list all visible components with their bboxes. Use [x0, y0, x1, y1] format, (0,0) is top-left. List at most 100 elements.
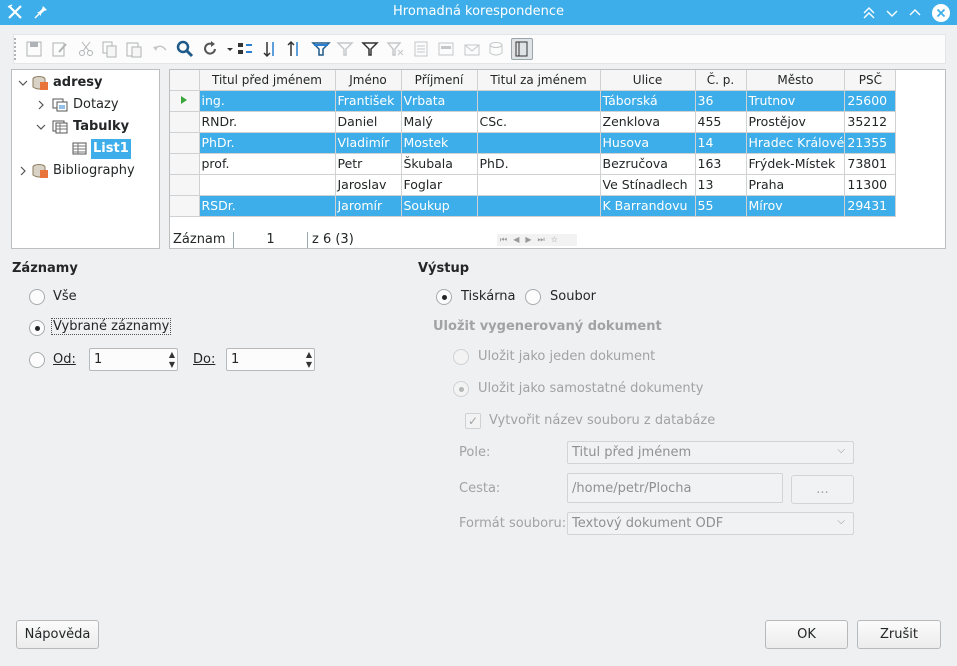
column-header[interactable]: Příjmení [401, 70, 478, 91]
sort-icon[interactable] [236, 39, 256, 59]
table-cell[interactable]: 14 [695, 132, 747, 154]
refresh-icon[interactable] [200, 39, 220, 59]
table-row[interactable]: ing. František Vrbata Táborská 36 Trutnov 2560… [170, 90, 897, 112]
table-cell[interactable]: Vladimír [335, 132, 402, 154]
table-cell[interactable]: Táborská [600, 90, 696, 112]
autofilter-icon[interactable] [311, 39, 331, 59]
cancel-button[interactable]: Zrušit [857, 620, 941, 649]
table-cell[interactable]: Soukup [401, 195, 478, 217]
table-cell[interactable]: Husova [600, 132, 696, 154]
table-cell[interactable]: František [335, 90, 402, 112]
table-cell[interactable] [199, 174, 336, 196]
table-cell[interactable]: Jaroslav [335, 174, 402, 196]
generate-name-checkbox[interactable]: ✓ [465, 413, 481, 429]
table-row[interactable]: prof. Petr Škubala PhD. Bezručova 163 Frýdek-M… [170, 153, 897, 175]
record-number-field[interactable]: 1 [233, 232, 308, 248]
close-icon[interactable] [931, 3, 951, 23]
table-cell[interactable]: Prostějov [746, 111, 846, 133]
table-cell[interactable]: Zenklova [600, 111, 696, 133]
format-select[interactable]: Textový dokument ODF ⌵ [567, 512, 854, 535]
table-cell[interactable] [477, 195, 601, 217]
row-header[interactable] [170, 111, 200, 133]
maximize-icon[interactable] [906, 4, 924, 22]
copy-icon[interactable] [100, 39, 120, 59]
table-cell[interactable]: Mostek [401, 132, 478, 154]
column-header[interactable]: Č. p. [695, 70, 747, 91]
column-header[interactable]: Město [746, 70, 846, 91]
table-cell[interactable]: K Barrandovu [600, 195, 696, 217]
help-button[interactable]: Nápověda [16, 620, 99, 649]
table-cell[interactable]: 455 [695, 111, 747, 133]
table-cell[interactable]: Jaromír [335, 195, 402, 217]
table-cell[interactable]: 25600 [844, 90, 897, 112]
data-to-text-icon[interactable] [411, 39, 431, 59]
table-row[interactable]: RSDr. Jaromír Soukup K Barrandovu 55 Mírov 294… [170, 195, 897, 217]
row-header[interactable] [170, 90, 200, 112]
row-header[interactable] [170, 195, 200, 217]
table-cell[interactable]: Petr [335, 153, 402, 175]
next-record-icon[interactable]: ▶ [525, 235, 537, 244]
table-cell[interactable]: Malý [401, 111, 478, 133]
radio-range[interactable] [29, 352, 45, 368]
chevron-down-icon[interactable] [36, 117, 46, 137]
edit-icon[interactable] [50, 39, 70, 59]
table-cell[interactable]: CSc. [477, 111, 601, 133]
table-cell[interactable]: 163 [695, 153, 747, 175]
table-cell[interactable]: 36 [695, 90, 747, 112]
first-record-icon[interactable]: ⏮ [500, 235, 513, 244]
table-cell[interactable]: 13 [695, 174, 747, 196]
prev-record-icon[interactable]: ◀ [513, 235, 525, 244]
explorer-icon[interactable] [511, 38, 533, 60]
table-cell[interactable]: 29431 [844, 195, 897, 217]
table-cell[interactable]: prof. [199, 153, 336, 175]
spin-down-icon[interactable]: ▼ [306, 360, 312, 369]
minimize-icon[interactable] [883, 4, 901, 22]
table-cell[interactable]: Ve Stínadlech [600, 174, 696, 196]
table-cell[interactable]: Praha [746, 174, 846, 196]
column-header[interactable]: Ulice [600, 70, 696, 91]
data-to-fields-icon[interactable] [436, 39, 456, 59]
paste-icon[interactable] [124, 39, 144, 59]
table-row[interactable]: Jaroslav Foglar Ve Stínadlech 13 Praha 11300 [170, 174, 897, 196]
field-select[interactable]: Titul před jménem ⌵ [567, 441, 854, 464]
row-header[interactable] [170, 153, 200, 175]
table-cell[interactable]: 35212 [844, 111, 897, 133]
spin-up-icon[interactable]: ▲ [306, 350, 312, 359]
cut-icon[interactable] [76, 39, 96, 59]
ok-button[interactable]: OK [765, 620, 848, 649]
radio-printer[interactable] [436, 289, 452, 305]
row-header[interactable] [170, 132, 200, 154]
table-cell[interactable]: Hradec Králové [746, 132, 846, 154]
save-icon[interactable] [24, 39, 44, 59]
table-row[interactable]: PhDr. Vladimír Mostek Husova 14 Hradec Králov… [170, 132, 897, 154]
tree-item-tabulky[interactable]: Tabulky [12, 117, 159, 137]
table-cell[interactable]: ing. [199, 90, 336, 112]
toolbar-grip[interactable] [14, 38, 16, 60]
table-cell[interactable]: Mírov [746, 195, 846, 217]
radio-all-records[interactable] [29, 289, 45, 305]
table-cell[interactable]: Daniel [335, 111, 402, 133]
chevron-down-icon[interactable] [18, 73, 28, 93]
table-row[interactable]: RNDr. Daniel Malý CSc. Zenklova 455 Prostějov 3… [170, 111, 897, 133]
spin-down-icon[interactable]: ▼ [169, 360, 175, 369]
table-cell[interactable]: Bezručova [600, 153, 696, 175]
table-cell[interactable]: Foglar [401, 174, 478, 196]
row-header[interactable] [170, 174, 200, 196]
sort-descending-icon[interactable] [284, 39, 304, 59]
table-cell[interactable]: 11300 [844, 174, 897, 196]
sort-ascending-icon[interactable] [260, 39, 280, 59]
apply-filter-icon[interactable] [335, 39, 355, 59]
chevron-right-icon[interactable] [18, 161, 28, 181]
table-cell[interactable]: Trutnov [746, 90, 846, 112]
path-input[interactable]: /home/petr/Plocha [567, 473, 783, 503]
table-cell[interactable]: RSDr. [199, 195, 336, 217]
new-record-icon[interactable]: ☆ [551, 235, 564, 244]
refresh-dropdown-icon[interactable] [220, 39, 233, 59]
table-cell[interactable]: PhD. [477, 153, 601, 175]
tree-item-dotazy[interactable]: Dotazy [12, 95, 159, 115]
to-spinbox[interactable]: 1 ▲ ▼ [226, 348, 315, 371]
table-cell[interactable]: Frýdek-Místek [746, 153, 846, 175]
undo-icon[interactable] [150, 39, 170, 59]
tree-item-adresy[interactable]: adresy [12, 73, 159, 93]
find-icon[interactable] [175, 39, 195, 59]
